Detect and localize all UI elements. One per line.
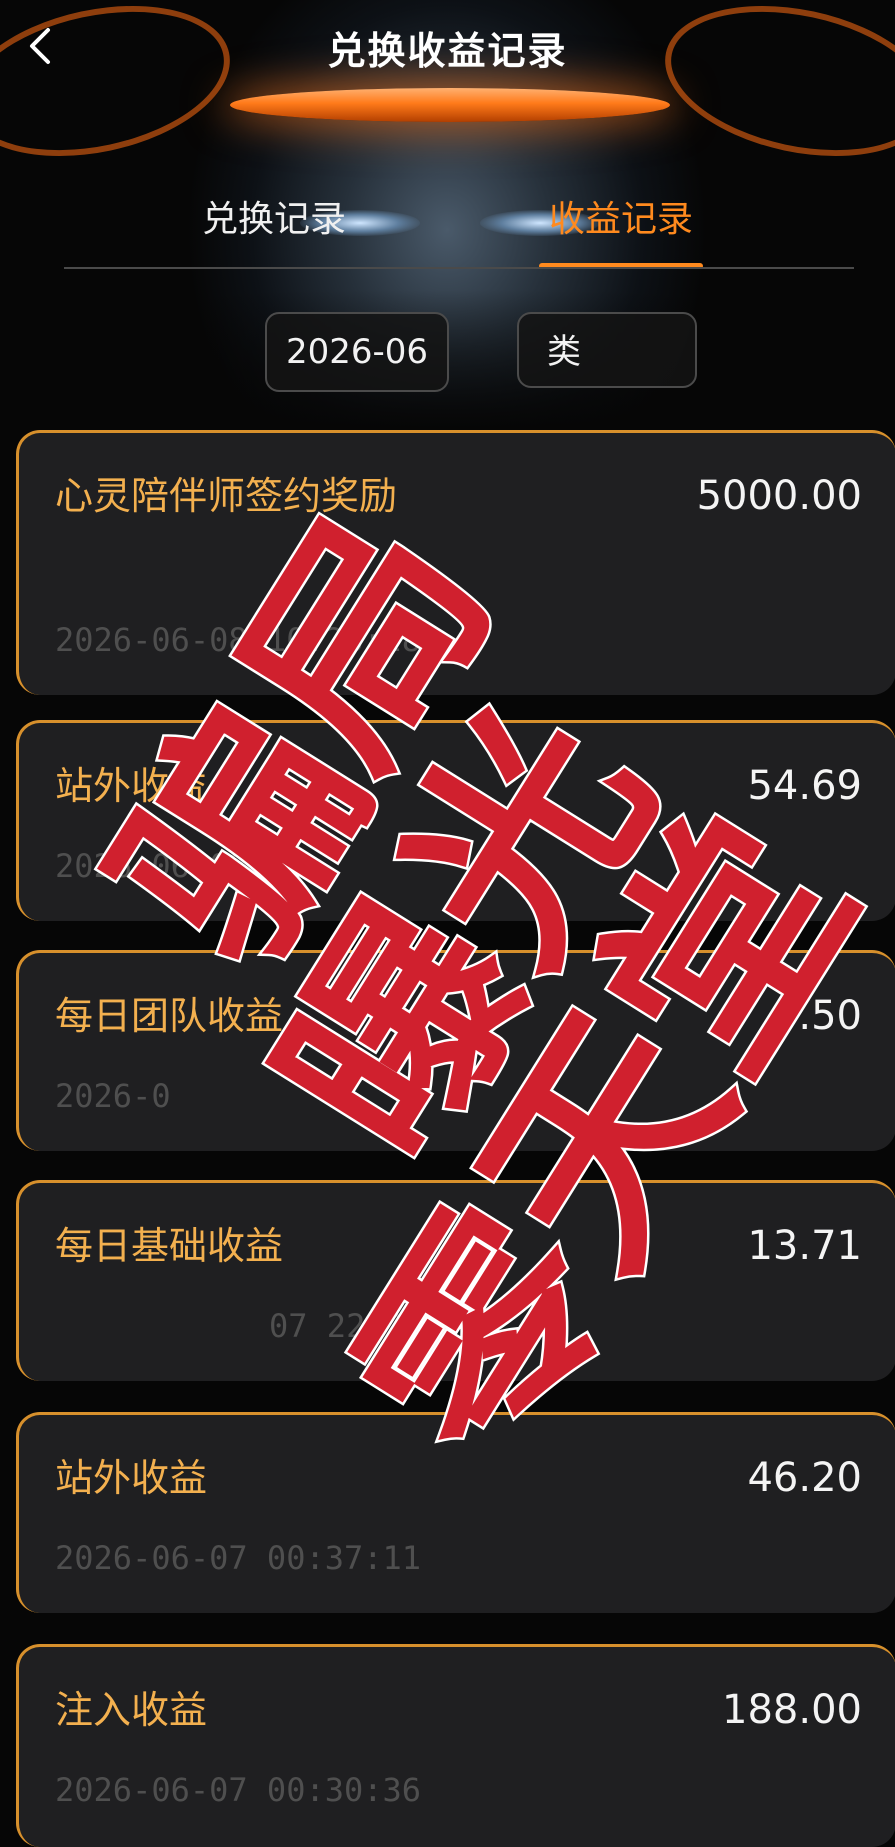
record-name: 站外收益 [55, 764, 208, 808]
list-item[interactable]: 站外收益 54.69 2026-06-08 00: [16, 720, 895, 921]
record-time: 2026-06-07 00:30:36 [55, 1771, 422, 1809]
record-time: 2026-0 [55, 1077, 171, 1115]
tab-label: 兑换记录 [202, 199, 347, 240]
tab-earnings-records[interactable]: 收益记录 [539, 190, 704, 269]
list-item[interactable]: 心灵陪伴师签约奖励 5000.00 2026-06-08 10:28:28 [16, 430, 895, 695]
list-item[interactable]: 每日团队收益 9.50 2026-0 [16, 950, 895, 1151]
record-amount: 13.71 [747, 1223, 862, 1269]
top-bar: 兑换收益记录 [0, 0, 895, 96]
record-amount: 188.00 [722, 1687, 862, 1733]
tab-label: 收益记录 [549, 199, 694, 240]
tab-divider [64, 267, 854, 269]
record-name: 站外收益 [55, 1456, 208, 1500]
record-name: 每日基础收益 [55, 1224, 284, 1268]
record-amount: 5000.00 [696, 473, 862, 519]
record-name: 注入收益 [55, 1688, 208, 1732]
record-amount: 9.50 [772, 993, 862, 1039]
date-filter-button[interactable]: 2026-06 [265, 312, 449, 392]
list-item[interactable]: 站外收益 46.20 2026-06-07 00:37:11 [16, 1412, 895, 1613]
record-amount: 54.69 [747, 763, 862, 809]
record-amount: 46.20 [747, 1455, 862, 1501]
tab-exchange-records[interactable]: 兑换记录 [202, 190, 346, 242]
page-title: 兑换收益记录 [327, 29, 568, 73]
record-time: 07 22:21 [269, 1307, 424, 1345]
record-time: 2026-06-08 10:28:28 [55, 621, 422, 659]
record-name: 心灵陪伴师签约奖励 [55, 474, 398, 518]
type-filter-button[interactable]: 类 [517, 312, 697, 388]
record-time: 2026-06-07 00:37:11 [55, 1539, 422, 1577]
list-item[interactable]: 注入收益 188.00 2026-06-07 00:30:36 [16, 1644, 895, 1847]
record-name: 每日团队收益 [55, 994, 284, 1038]
record-time: 2026-06-08 00: [55, 847, 325, 885]
tab-bar: 兑换记录 收益记录 [64, 190, 854, 270]
list-item[interactable]: 每日基础收益 13.71 07 22:21 [16, 1180, 895, 1381]
